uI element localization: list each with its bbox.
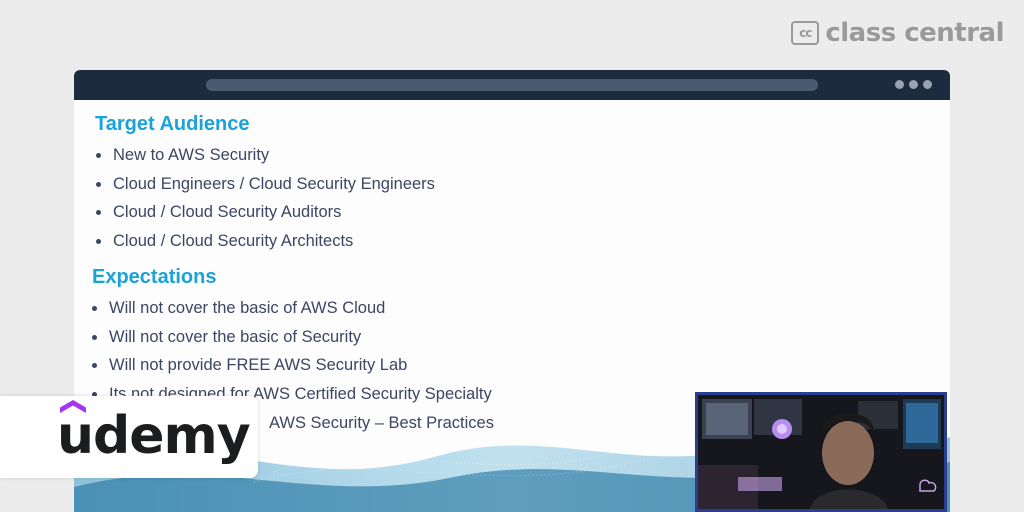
browser-title-bar <box>74 70 950 100</box>
list-item-text: Cloud / Cloud Security Auditors <box>113 203 342 222</box>
window-dot <box>895 80 904 89</box>
target-audience-list: New to AWS Security Cloud Engineers / Cl… <box>96 141 435 256</box>
class-central-wordmark: class central <box>825 18 1004 48</box>
window-dots-icon <box>895 80 932 89</box>
list-item: Cloud / Cloud Security Auditors <box>96 198 435 227</box>
list-item: New to AWS Security <box>96 141 435 170</box>
class-central-logo: cc class central <box>791 18 1004 48</box>
list-item: Will not cover the basic of Security <box>92 323 494 352</box>
udemy-logo-badge: udemy <box>0 396 258 478</box>
bullet-icon <box>92 363 97 369</box>
bullet-icon <box>92 306 97 311</box>
target-audience-heading: Target Audience <box>95 113 250 135</box>
window-dot <box>909 80 918 89</box>
bullet-icon <box>96 153 101 158</box>
address-bar <box>206 79 818 91</box>
list-item-text: Cloud / Cloud Security Architects <box>113 232 354 251</box>
bullet-icon <box>96 181 101 187</box>
list-item-text: New to AWS Security <box>113 146 270 164</box>
list-item-text: Will not provide FREE AWS Security Lab <box>109 356 408 375</box>
class-central-cc-icon: cc <box>791 21 820 45</box>
bullet-icon <box>96 239 101 245</box>
webcam-video-frame <box>698 395 944 509</box>
window-dot <box>923 80 932 89</box>
list-item-text: Will not cover the basic of Security <box>109 327 362 346</box>
list-item: Will not provide FREE AWS Security Lab <box>92 351 494 380</box>
bullet-icon <box>92 334 97 340</box>
bullet-icon <box>96 210 101 216</box>
expectations-heading: Expectations <box>92 266 217 288</box>
list-item-text: Will not cover the basic of AWS Cloud <box>109 299 386 317</box>
list-item: Will not cover the basic of AWS Cloud <box>92 294 494 323</box>
list-item: Cloud / Cloud Security Architects <box>96 227 435 256</box>
list-item: Cloud Engineers / Cloud Security Enginee… <box>96 170 435 199</box>
instructor-webcam <box>695 392 947 512</box>
list-item-text: Cloud Engineers / Cloud Security Enginee… <box>113 174 435 193</box>
udemy-wordmark: udemy <box>57 406 251 466</box>
